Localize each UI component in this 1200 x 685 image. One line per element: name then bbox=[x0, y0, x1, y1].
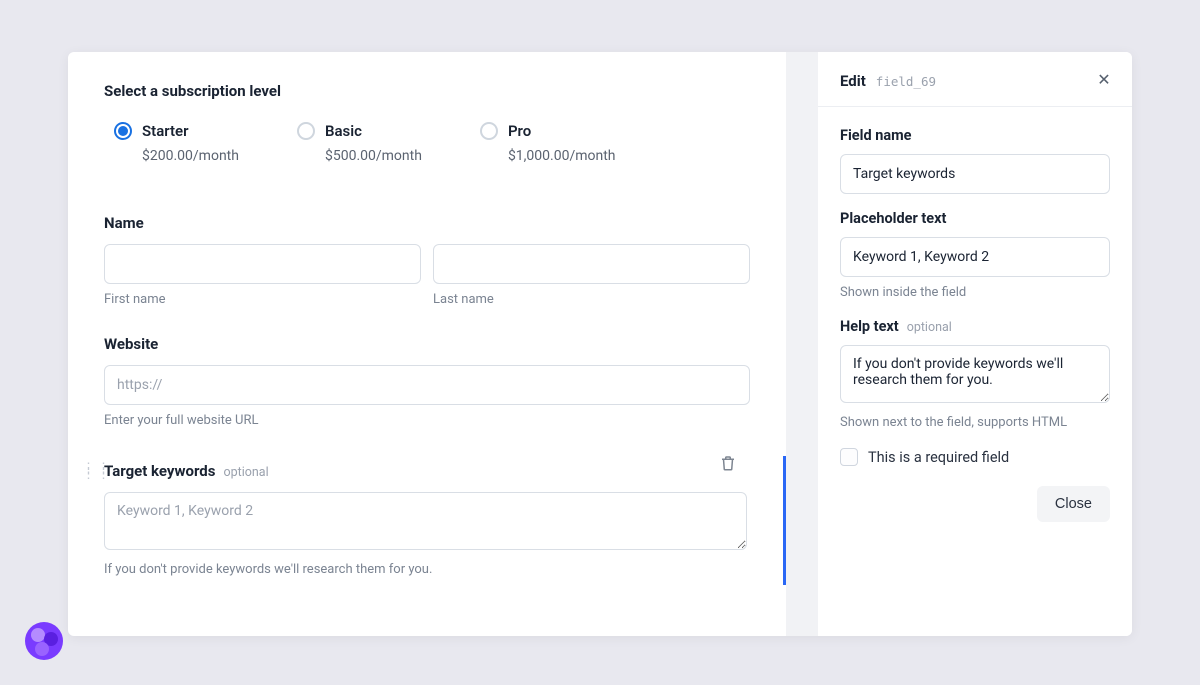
plan-starter[interactable]: Starter $200.00/month bbox=[114, 122, 239, 164]
keywords-label: Target keywords bbox=[104, 462, 215, 480]
required-label: This is a required field bbox=[868, 449, 1009, 466]
website-label: Website bbox=[104, 335, 750, 353]
plan-basic[interactable]: Basic $500.00/month bbox=[297, 122, 422, 164]
plan-name: Pro bbox=[508, 122, 531, 140]
drag-handle-icon[interactable]: ⋮⋮⋮⋮ bbox=[82, 466, 96, 478]
required-checkbox[interactable] bbox=[840, 448, 858, 466]
edit-field-name-block: Field name bbox=[840, 127, 1110, 194]
keywords-field-block[interactable]: ⋮⋮⋮⋮ Target keywords optional If you don… bbox=[104, 456, 786, 585]
field-name-label: Field name bbox=[840, 127, 1110, 144]
website-caption: Enter your full website URL bbox=[104, 413, 750, 428]
plan-name: Starter bbox=[142, 122, 189, 140]
required-row[interactable]: This is a required field bbox=[840, 448, 1110, 466]
subscription-heading: Select a subscription level bbox=[104, 82, 750, 100]
form-column: Select a subscription level Starter $200… bbox=[68, 52, 786, 636]
first-name-caption: First name bbox=[104, 292, 421, 307]
app-window: Select a subscription level Starter $200… bbox=[68, 52, 1132, 636]
trash-icon[interactable] bbox=[719, 454, 737, 472]
last-name-caption: Last name bbox=[433, 292, 750, 307]
placeholder-input[interactable] bbox=[840, 237, 1110, 277]
edit-help-block: Help text optional Shown next to the fie… bbox=[840, 318, 1110, 430]
radio-icon[interactable] bbox=[297, 122, 315, 140]
radio-icon[interactable] bbox=[480, 122, 498, 140]
close-icon[interactable]: ✕ bbox=[1094, 70, 1114, 89]
first-name-input[interactable] bbox=[104, 244, 421, 284]
field-name-input[interactable] bbox=[840, 154, 1110, 194]
edit-panel-field-id: field_69 bbox=[876, 74, 936, 89]
radio-icon[interactable] bbox=[114, 122, 132, 140]
edit-placeholder-block: Placeholder text Shown inside the field bbox=[840, 210, 1110, 300]
optional-tag: optional bbox=[223, 465, 268, 480]
subscription-plans: Starter $200.00/month Basic $500.00/mont… bbox=[104, 122, 750, 164]
placeholder-caption: Shown inside the field bbox=[840, 285, 1110, 300]
website-field-block: Website Enter your full website URL bbox=[104, 335, 750, 428]
optional-tag: optional bbox=[907, 320, 952, 335]
brand-logo-icon bbox=[24, 621, 64, 661]
last-name-input[interactable] bbox=[433, 244, 750, 284]
help-text-label: Help text bbox=[840, 318, 899, 335]
name-field-block: Name First name Last name bbox=[104, 214, 750, 307]
website-input[interactable] bbox=[104, 365, 750, 405]
column-divider bbox=[786, 52, 818, 636]
help-caption: Shown next to the field, supports HTML bbox=[840, 415, 1110, 430]
close-button[interactable]: Close bbox=[1037, 486, 1110, 522]
name-label: Name bbox=[104, 214, 750, 232]
edit-panel: Edit field_69 ✕ Field name Placeholder t… bbox=[818, 52, 1132, 636]
plan-price: $1,000.00/month bbox=[480, 148, 616, 164]
plan-name: Basic bbox=[325, 122, 362, 140]
plan-price: $200.00/month bbox=[114, 148, 239, 164]
edit-panel-header: Edit field_69 ✕ bbox=[818, 52, 1132, 107]
edit-panel-title: Edit bbox=[840, 72, 866, 90]
keywords-help: If you don't provide keywords we'll rese… bbox=[104, 562, 747, 577]
placeholder-label: Placeholder text bbox=[840, 210, 1110, 227]
help-text-input[interactable] bbox=[840, 345, 1110, 403]
keywords-textarea[interactable] bbox=[104, 492, 747, 550]
plan-price: $500.00/month bbox=[297, 148, 422, 164]
plan-pro[interactable]: Pro $1,000.00/month bbox=[480, 122, 616, 164]
